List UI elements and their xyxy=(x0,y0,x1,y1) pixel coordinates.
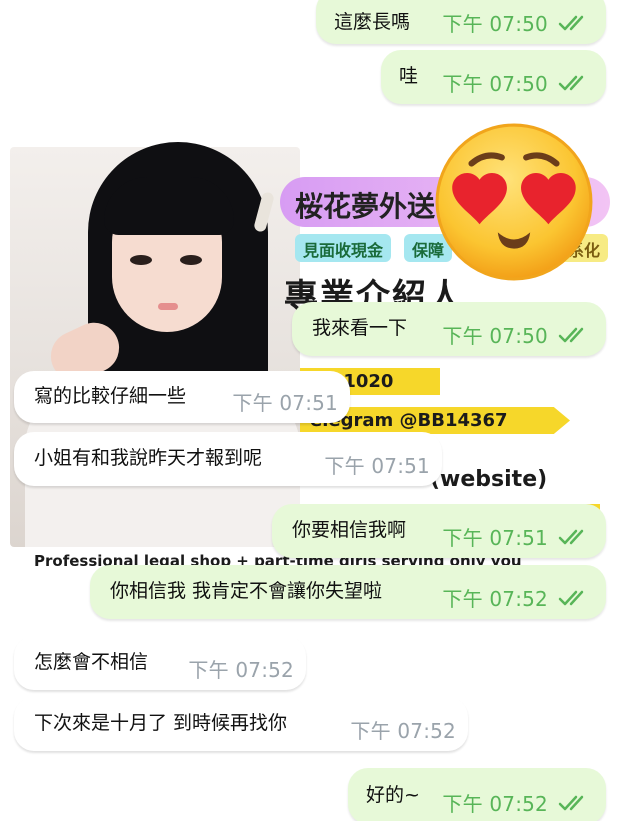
message-text: 我來看一下 xyxy=(312,316,408,339)
message-outgoing[interactable]: 你相信我 我肯定不會讓你失望啦 下午 07:52 xyxy=(90,565,606,619)
message-time: 下午 07:52 xyxy=(350,719,456,743)
message-meta: 下午 07:50 xyxy=(442,8,592,37)
double-check-icon xyxy=(558,327,584,342)
message-time: 下午 07:50 xyxy=(442,72,548,96)
message-incoming[interactable]: 下次來是十月了 到時候再找你 下午 07:52 xyxy=(14,697,468,751)
message-text: 怎麼會不相信 xyxy=(34,650,149,673)
message-meta: 下午 07:51 xyxy=(442,522,592,551)
promo-pill: 見面收現金 xyxy=(295,234,392,262)
message-meta: 下午 07:52 xyxy=(350,715,456,744)
message-meta: 下午 07:52 xyxy=(442,583,592,612)
double-check-icon xyxy=(558,590,584,605)
double-check-icon xyxy=(558,795,584,810)
message-meta: 下午 07:50 xyxy=(442,68,592,97)
message-time: 下午 07:52 xyxy=(442,792,548,816)
message-time: 下午 07:50 xyxy=(442,12,548,36)
message-meta: 下午 07:51 xyxy=(232,387,338,416)
message-text: 下次來是十月了 到時候再找你 xyxy=(34,711,288,734)
message-text: 寫的比較仔細一些 xyxy=(34,384,187,407)
message-time: 下午 07:52 xyxy=(442,587,548,611)
promo-banner-title: 桜花夢外送 xyxy=(295,190,436,223)
message-text: 這麼長嗎 xyxy=(334,10,411,33)
message-time: 下午 07:51 xyxy=(232,391,338,415)
message-time: 下午 07:52 xyxy=(188,658,294,682)
message-meta: 下午 07:50 xyxy=(442,320,592,349)
message-outgoing[interactable]: 你要相信我啊 下午 07:51 xyxy=(272,504,606,558)
chat-history[interactable]: 桜花夢外送 見面收現金 保障 系化 專業介紹人 : JP1020 elegram… xyxy=(0,0,624,821)
message-incoming[interactable]: 寫的比較仔細一些 下午 07:51 xyxy=(14,371,350,423)
message-text: 哇 xyxy=(399,64,419,87)
double-check-icon xyxy=(558,15,584,30)
message-meta: 下午 07:52 xyxy=(188,654,294,683)
message-time: 下午 07:50 xyxy=(442,324,548,348)
message-time: 下午 07:51 xyxy=(442,526,548,550)
message-text: 你相信我 我肯定不會讓你失望啦 xyxy=(110,579,383,602)
heart-eyes-emoji-icon xyxy=(435,123,593,281)
message-text: 好的~ xyxy=(366,783,420,806)
message-outgoing[interactable]: 這麼長嗎 下午 07:50 xyxy=(316,0,606,44)
message-time: 下午 07:51 xyxy=(324,454,430,478)
message-text: 小姐有和我說昨天才報到呢 xyxy=(34,446,263,469)
message-outgoing[interactable]: 哇 下午 07:50 xyxy=(381,50,606,104)
double-check-icon xyxy=(558,75,584,90)
message-meta: 下午 07:51 xyxy=(324,450,430,479)
message-meta: 下午 07:52 xyxy=(442,788,592,817)
message-outgoing[interactable]: 我來看一下 下午 07:50 xyxy=(292,302,606,356)
message-incoming[interactable]: 小姐有和我說昨天才報到呢 下午 07:51 xyxy=(14,432,442,486)
message-outgoing[interactable]: 好的~ 下午 07:52 xyxy=(348,768,606,821)
message-text: 你要相信我啊 xyxy=(292,518,407,541)
message-incoming[interactable]: 怎麼會不相信 下午 07:52 xyxy=(14,636,306,690)
double-check-icon xyxy=(558,529,584,544)
